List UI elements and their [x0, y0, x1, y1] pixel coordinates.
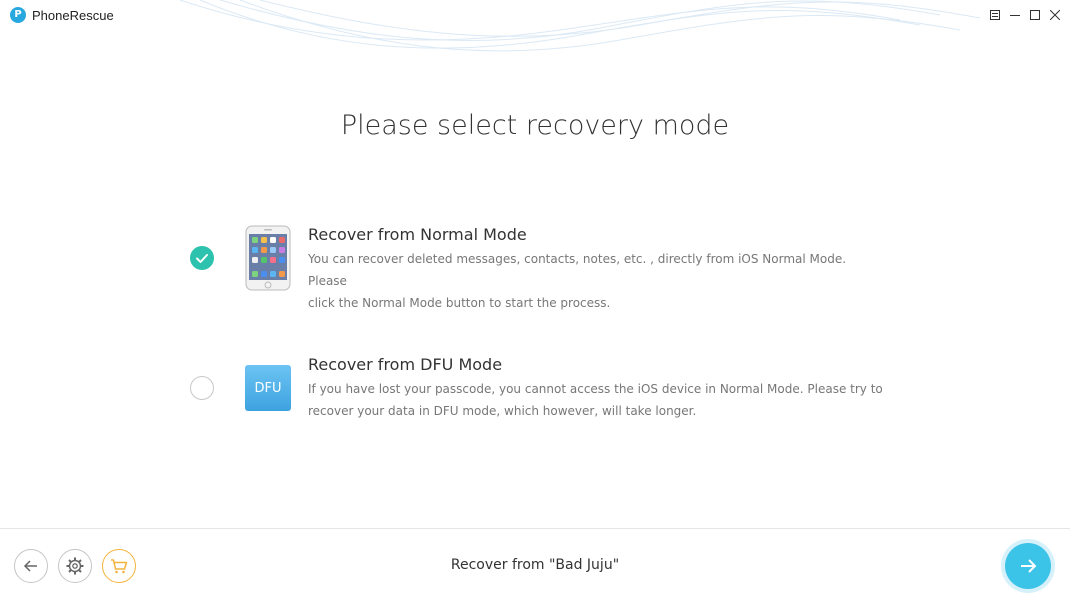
page-title: Please select recovery mode — [340, 110, 730, 141]
dfu-icon-label: DFU — [245, 365, 291, 411]
arrow-right-icon — [1021, 559, 1037, 573]
app-title: PhoneRescue — [32, 8, 114, 23]
minimize-icon[interactable] — [1007, 7, 1023, 23]
menu-icon[interactable] — [987, 7, 1003, 23]
option-description: You can recover deleted messages, contac… — [308, 248, 888, 314]
option-description-line: click the Normal Mode button to start th… — [308, 296, 611, 310]
option-title: Recover from Normal Mode — [308, 225, 527, 244]
title-bar: P PhoneRescue — [0, 0, 1070, 32]
option-description-line: recover your data in DFU mode, which how… — [308, 404, 697, 418]
maximize-icon[interactable] — [1027, 7, 1043, 23]
iphone-icon — [245, 225, 291, 295]
option-title: Recover from DFU Mode — [308, 355, 503, 374]
option-dfu-mode[interactable]: DFU Recover from DFU Mode If you have lo… — [190, 355, 890, 435]
option-description-line: If you have lost your passcode, you cann… — [308, 382, 883, 396]
option-description-line: You can recover deleted messages, contac… — [308, 252, 847, 288]
app-logo-letter: P — [14, 9, 22, 20]
option-description: If you have lost your passcode, you cann… — [308, 378, 888, 422]
close-icon[interactable] — [1047, 7, 1063, 23]
checkmark-icon — [196, 254, 208, 263]
radio-dfu-mode[interactable] — [190, 376, 214, 400]
footer-bar: Recover from "Bad Juju" — [0, 528, 1070, 600]
next-button[interactable] — [1005, 543, 1051, 589]
device-status-text: Recover from "Bad Juju" — [450, 557, 620, 573]
option-normal-mode[interactable]: Recover from Normal Mode You can recover… — [190, 225, 890, 310]
dfu-icon: DFU — [245, 365, 291, 411]
radio-normal-mode[interactable] — [190, 246, 214, 270]
app-logo-icon: P — [10, 7, 26, 23]
